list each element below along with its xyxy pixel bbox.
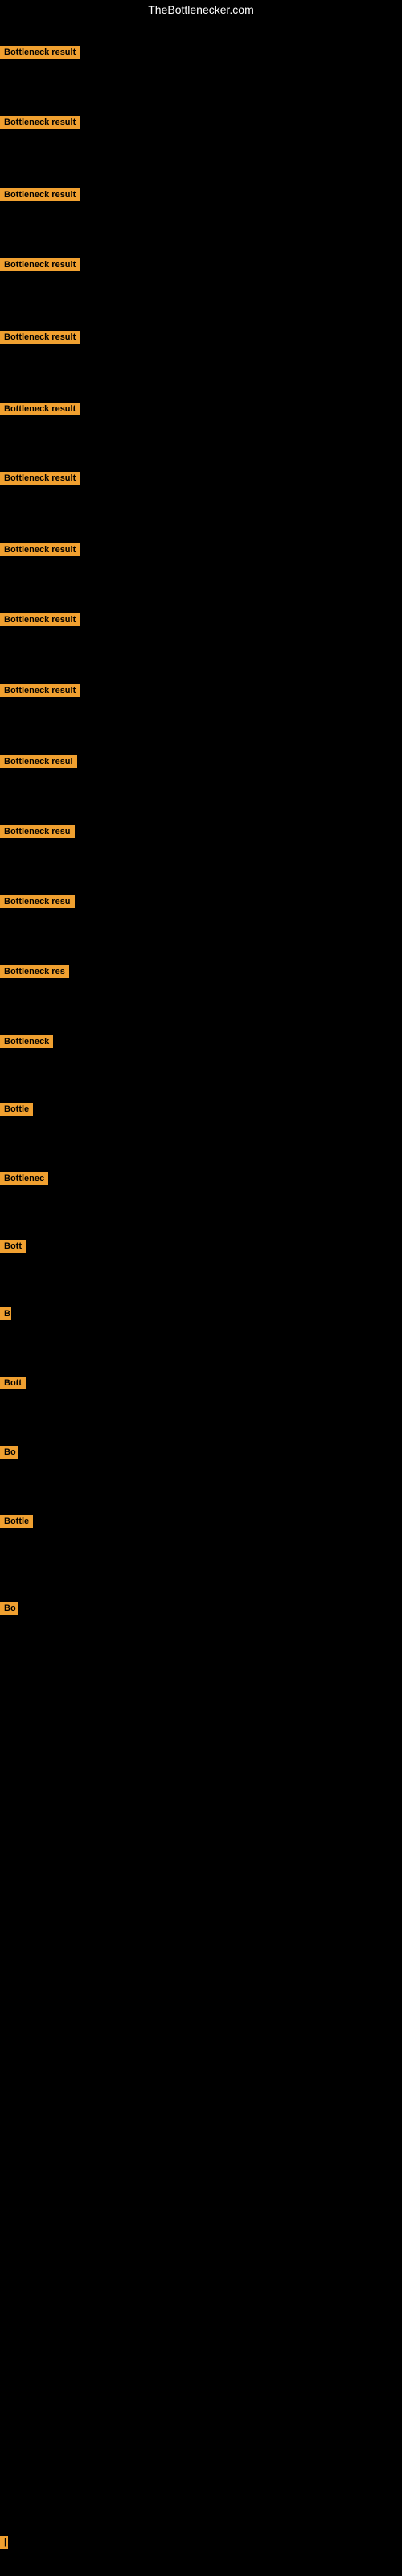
bottleneck-badge: Bottleneck result [0,258,80,271]
bottleneck-badge: Bott [0,1240,26,1253]
bottleneck-badge: Bottleneck result [0,116,80,129]
bottleneck-badge: Bottle [0,1103,33,1116]
bottleneck-badge: Bottleneck resu [0,895,75,908]
bottleneck-badge: Bottleneck result [0,188,80,201]
bottleneck-badge: Bottleneck res [0,965,69,978]
bottleneck-badge: Bottleneck result [0,684,80,697]
bottleneck-badge: Bo [0,1602,18,1615]
bottleneck-badge: Bottleneck result [0,46,80,59]
bottleneck-badge: Bottleneck result [0,613,80,626]
bottleneck-badge: Bottle [0,1515,33,1528]
bottleneck-badge: Bottleneck resu [0,825,75,838]
badges-container: Bottleneck result Bottleneck result Bottle… [0,0,402,2576]
bottleneck-badge: Bo [0,1446,18,1459]
bottleneck-badge: Bottleneck result [0,402,80,415]
bottleneck-badge: Bottleneck [0,1035,53,1048]
bottleneck-badge: B [0,1307,11,1320]
bottleneck-badge: Bottlenec [0,1172,48,1185]
bottleneck-badge: Bottleneck resul [0,755,77,768]
bottleneck-badge: Bott [0,1377,26,1389]
bottleneck-badge: Bottleneck result [0,543,80,556]
bottleneck-badge: | [0,2536,8,2549]
bottleneck-badge: Bottleneck result [0,472,80,485]
bottleneck-badge: Bottleneck result [0,331,80,344]
